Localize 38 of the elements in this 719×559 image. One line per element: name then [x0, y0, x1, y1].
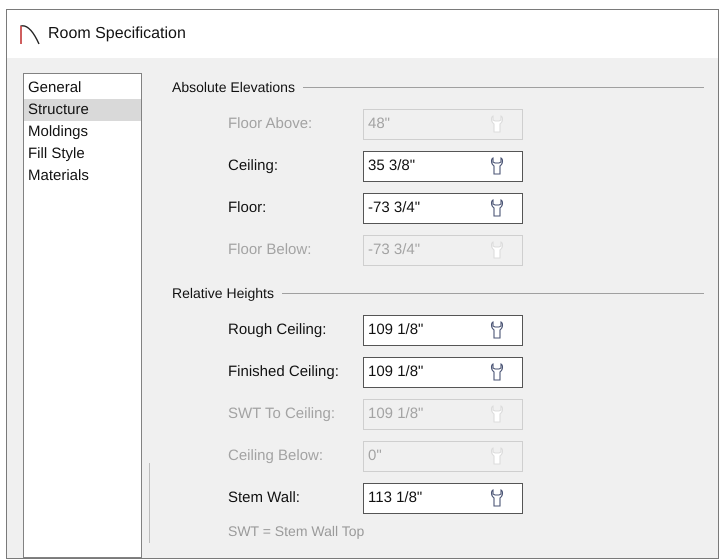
field-label: Finished Ceiling:	[228, 362, 340, 382]
wrench-icon[interactable]	[490, 363, 504, 381]
wrench-icon[interactable]	[490, 321, 504, 339]
input-field[interactable]: 113 1/8"	[363, 482, 523, 514]
wrench-icon[interactable]	[490, 489, 504, 507]
field-value: 0"	[368, 446, 382, 466]
wrench-icon[interactable]	[490, 199, 504, 217]
field-value: 48"	[368, 114, 390, 134]
sidebar-item[interactable]: Materials	[24, 165, 141, 187]
field-label: Floor Below:	[228, 240, 312, 260]
field-label: SWT To Ceiling:	[228, 404, 336, 424]
field-value: -73 3/4"	[368, 198, 420, 218]
sidebar-item[interactable]: Structure	[24, 99, 141, 121]
field-value: 109 1/8"	[368, 320, 424, 340]
sidebar-item[interactable]: Fill Style	[24, 143, 141, 165]
input-field[interactable]: -73 3/4"	[363, 192, 523, 224]
field-value: 109 1/8"	[368, 404, 424, 424]
arch-icon	[20, 23, 40, 45]
window-title: Room Specification	[48, 24, 186, 44]
field-label: Stem Wall:	[228, 488, 301, 508]
field-label: Floor Above:	[228, 114, 314, 134]
section-heading: Relative Heights	[172, 284, 274, 303]
sidebar-item[interactable]: General	[24, 77, 141, 99]
field-label: Rough Ceiling:	[228, 320, 328, 340]
field-value: 109 1/8"	[368, 362, 424, 382]
field-label: Ceiling Below:	[228, 446, 324, 466]
input-field[interactable]: 109 1/8"	[363, 356, 523, 388]
sidebar-item[interactable]: Moldings	[24, 121, 141, 143]
input-field[interactable]: 35 3/8"	[363, 150, 523, 182]
section-heading: Absolute Elevations	[172, 78, 295, 96]
field-label: Floor:	[228, 198, 268, 218]
field-label: Ceiling:	[228, 156, 280, 176]
field-value: 113 1/8"	[368, 488, 422, 508]
field-value: 35 3/8"	[368, 156, 416, 176]
input-field[interactable]: 109 1/8"	[363, 314, 523, 346]
note-text: SWT = Stem Wall Top	[228, 522, 366, 541]
field-value: -73 3/4"	[368, 240, 420, 260]
wrench-icon[interactable]	[490, 157, 504, 175]
